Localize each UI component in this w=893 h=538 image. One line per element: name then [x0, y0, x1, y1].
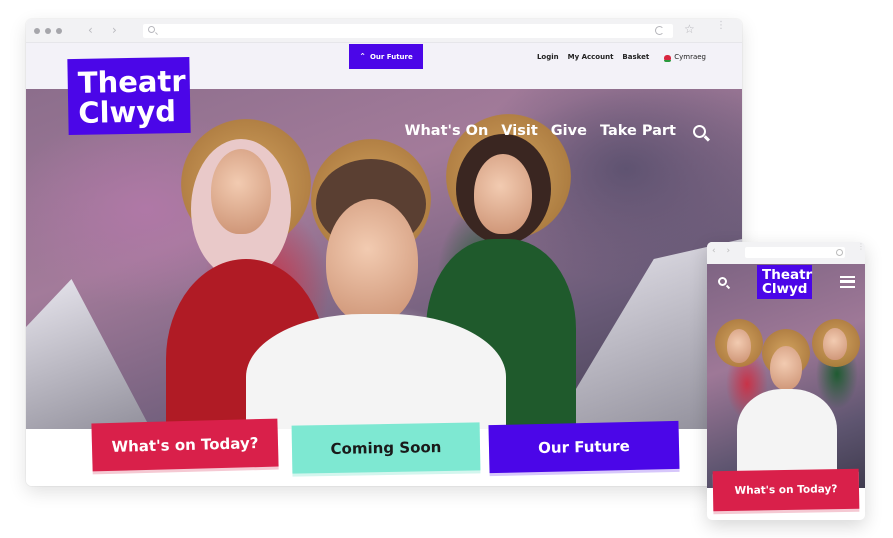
reload-icon[interactable]	[655, 26, 664, 35]
mountain-left	[26, 279, 156, 429]
theatr-clwyd-logo[interactable]: Theatr Clwyd	[67, 56, 191, 136]
mobile-logo-line-1: Theatr	[762, 267, 813, 283]
m-person-center-tshirt	[737, 389, 837, 479]
whats-on-today-button[interactable]: What's on Today?	[91, 418, 279, 472]
mobile-search-icon[interactable]	[718, 277, 727, 286]
nav-give[interactable]: Give	[551, 123, 587, 139]
mobile-browser-toolbar: ‹ › ⋮	[707, 242, 865, 264]
person-center-face	[326, 199, 418, 324]
mobile-logo-line-2: Clwyd	[762, 281, 808, 297]
m-person-center-face	[770, 346, 802, 390]
browser-toolbar: ‹ › ☆ ⋮	[26, 19, 742, 43]
login-link[interactable]: Login	[537, 53, 559, 61]
person-left-face	[211, 149, 271, 234]
window-maximize-dot[interactable]	[56, 28, 62, 34]
website-page: ⌃ Our Future Login My Account Basket Cym…	[26, 43, 742, 486]
coming-soon-button[interactable]: Coming Soon	[291, 422, 481, 474]
mobile-reload-icon[interactable]	[836, 249, 843, 256]
logo-line-2: Clwyd	[77, 94, 177, 130]
utility-links: Login My Account Basket Cymraeg	[537, 53, 706, 62]
search-icon[interactable]	[693, 124, 706, 138]
basket-link[interactable]: Basket	[622, 53, 649, 61]
mobile-nav-arrows-icon[interactable]: ‹ ›	[712, 246, 734, 256]
mobile-menu-kebab-icon[interactable]: ⋮	[857, 243, 865, 251]
forward-icon[interactable]: ›	[112, 23, 117, 37]
logo-line-1: Theatr	[77, 64, 186, 100]
language-label: Cymraeg	[674, 53, 706, 61]
search-icon	[148, 26, 155, 33]
window-minimize-dot[interactable]	[45, 28, 51, 34]
mobile-theatr-clwyd-logo[interactable]: Theatr Clwyd	[757, 265, 812, 299]
desktop-browser-window: ‹ › ☆ ⋮ ⌃ Our Future Login My Account Ba…	[26, 19, 742, 486]
person-center-tshirt	[246, 314, 506, 429]
mobile-browser-window: ‹ › ⋮ Theatr Clwyd What's on Today?	[707, 242, 865, 520]
nav-visit[interactable]: Visit	[501, 123, 537, 139]
hero-image	[26, 89, 742, 429]
m-person-right-face	[823, 328, 847, 360]
main-navigation: What's On Visit Give Take Part	[404, 123, 706, 139]
nav-take-part[interactable]: Take Part	[600, 123, 676, 139]
our-future-tab[interactable]: ⌃ Our Future	[349, 44, 423, 69]
mobile-address-bar[interactable]	[745, 247, 845, 258]
chevron-up-icon: ⌃	[359, 52, 366, 61]
our-future-tab-label: Our Future	[369, 52, 413, 61]
language-switch[interactable]: Cymraeg	[664, 53, 706, 62]
bookmark-star-icon[interactable]: ☆	[684, 22, 695, 36]
nav-whats-on[interactable]: What's On	[404, 123, 488, 139]
m-person-left-face	[727, 329, 751, 363]
address-bar[interactable]	[143, 24, 673, 38]
window-close-dot[interactable]	[34, 28, 40, 34]
our-future-button[interactable]: Our Future	[488, 420, 680, 474]
my-account-link[interactable]: My Account	[568, 53, 614, 61]
mobile-whats-on-today-button[interactable]: What's on Today?	[712, 468, 860, 512]
person-right-face	[474, 154, 532, 234]
showcase-stage: ‹ › ☆ ⋮ ⌃ Our Future Login My Account Ba…	[0, 0, 893, 538]
welsh-dragon-icon	[664, 54, 672, 62]
back-icon[interactable]: ‹	[88, 23, 93, 37]
hamburger-icon[interactable]	[840, 276, 855, 288]
browser-menu-icon[interactable]: ⋮	[716, 21, 726, 31]
